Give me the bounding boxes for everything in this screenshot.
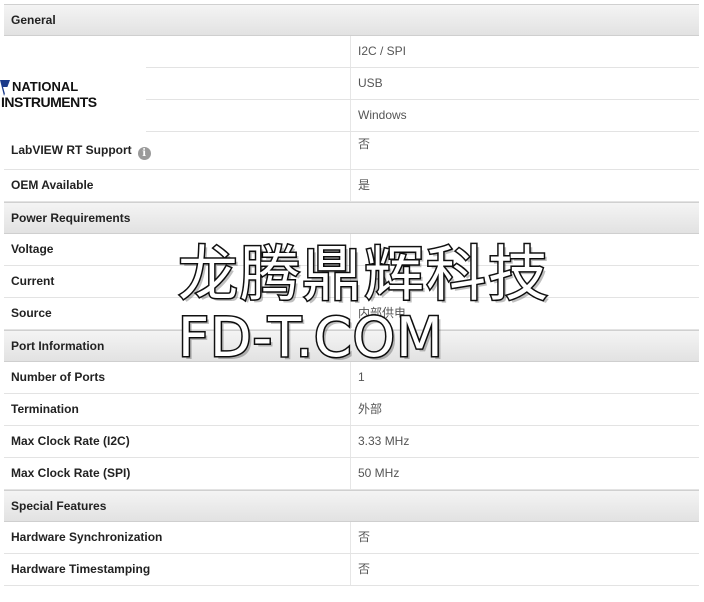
table-row: Max Clock Rate (SPI) 50 MHz <box>4 458 699 490</box>
table-row: Hardware Synchronization 否 <box>4 522 699 554</box>
row-label: Hardware Timestamping <box>11 562 151 576</box>
row-value: 否 <box>358 530 371 544</box>
national-instruments-logo: NATIONAL INSTRUMENTS <box>0 42 146 134</box>
watermark-domain: FD-T.COM <box>177 305 445 371</box>
row-label: Max Clock Rate (SPI) <box>11 466 131 480</box>
column-divider <box>350 458 351 489</box>
row-label: Termination <box>11 402 79 416</box>
section-header-general: General <box>4 4 699 36</box>
row-value: USB <box>358 76 383 90</box>
column-divider <box>350 554 351 585</box>
table-row: Termination 外部 <box>4 394 699 426</box>
info-icon[interactable]: i <box>137 147 151 160</box>
column-divider <box>350 36 351 67</box>
column-divider <box>350 68 351 99</box>
column-divider <box>350 426 351 457</box>
row-label: Source <box>11 306 52 320</box>
logo-line2: INSTRUMENTS <box>1 94 97 110</box>
column-divider <box>350 100 351 131</box>
section-header-special: Special Features <box>4 490 699 522</box>
row-label: Voltage <box>11 242 54 256</box>
ni-logo-mark: NATIONAL INSTRUMENTS <box>0 79 97 110</box>
section-title: General <box>11 13 56 27</box>
row-label: Hardware Synchronization <box>11 530 163 544</box>
column-divider <box>350 132 351 169</box>
column-divider <box>350 394 351 425</box>
row-label: Current <box>11 274 55 288</box>
row-value: I2C / SPI <box>358 44 407 58</box>
section-title: Power Requirements <box>11 211 131 225</box>
row-label: Number of Ports <box>11 370 106 384</box>
row-label-text: LabVIEW RT Support <box>11 143 132 157</box>
row-value: 50 MHz <box>358 466 400 480</box>
row-value: 外部 <box>358 402 383 416</box>
column-divider <box>350 522 351 553</box>
row-value: 3.33 MHz <box>358 434 410 448</box>
row-value: 否 <box>358 562 371 576</box>
row-value: Windows <box>358 108 407 122</box>
row-label: OEM Available <box>11 178 94 192</box>
section-title: Special Features <box>11 499 107 513</box>
table-row: OEM Available 是 <box>4 170 699 202</box>
row-label: LabVIEW RT Support i <box>11 132 151 169</box>
logo-line1: NATIONAL <box>12 79 78 94</box>
table-row: Max Clock Rate (I2C) 3.33 MHz <box>4 426 699 458</box>
row-value: 否 <box>358 137 371 151</box>
row-label: Max Clock Rate (I2C) <box>11 434 130 448</box>
watermark-chinese: 龙腾鼎辉科技 <box>177 239 550 312</box>
column-divider <box>350 170 351 201</box>
table-row: LabVIEW RT Support i 否 <box>4 132 699 170</box>
row-value: 是 <box>358 178 371 192</box>
section-title: Port Information <box>11 339 105 353</box>
table-row: Hardware Timestamping 否 <box>4 554 699 586</box>
